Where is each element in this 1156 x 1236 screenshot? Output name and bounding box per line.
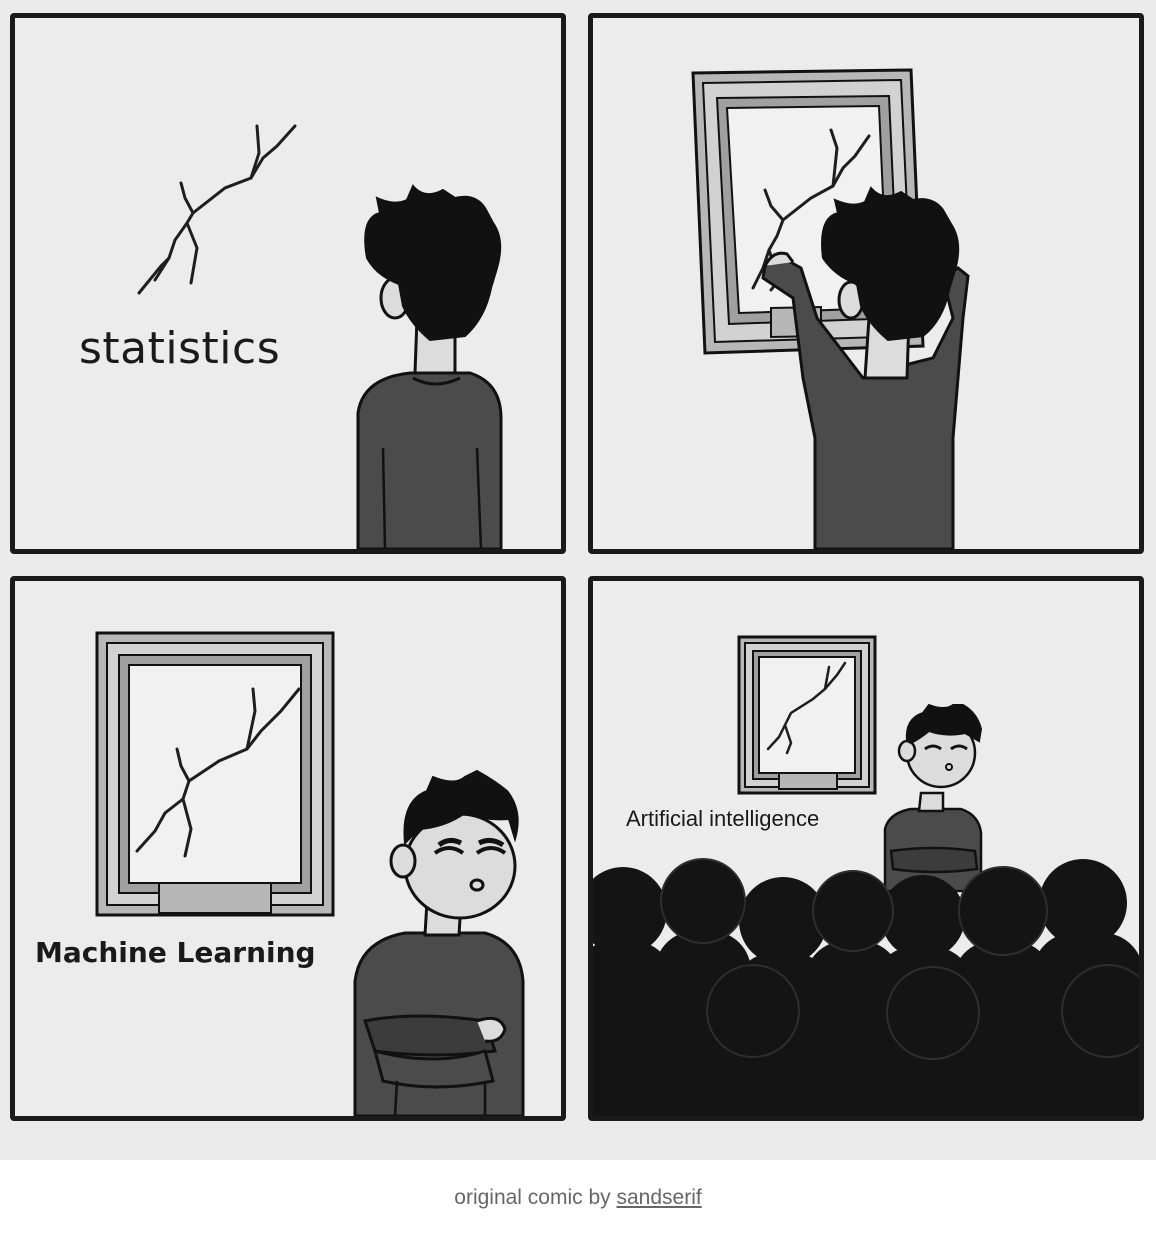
picture-frame — [737, 635, 877, 795]
wall-crack — [137, 124, 297, 295]
panel-2-art — [691, 68, 970, 549]
credit-caption: original comic by sandserif — [0, 1160, 1156, 1228]
comic-panel-1: statistics — [10, 13, 566, 554]
man-figure — [353, 769, 525, 1116]
man-figure — [356, 184, 503, 549]
comic-panel-4: Artificial intelligence — [588, 576, 1144, 1121]
picture-frame — [95, 631, 335, 917]
comic-panel-2 — [588, 13, 1144, 554]
statistics-label: statistics — [79, 323, 281, 374]
panel-1-art — [137, 124, 503, 549]
artificial-intelligence-label: Artificial intelligence — [626, 806, 820, 831]
crowd-silhouettes — [593, 859, 1139, 1116]
author-link[interactable]: sandserif — [617, 1186, 702, 1209]
comic-panel-3: Machine Learning — [10, 576, 566, 1121]
comic-strip: statistics Machine Learning Artificial i… — [0, 0, 1156, 1160]
man-figure — [883, 703, 983, 893]
panel-3-art — [95, 631, 525, 1116]
panel-4-art — [593, 635, 1139, 1116]
machine-learning-label: Machine Learning — [35, 936, 316, 969]
credit-prefix: original comic by — [454, 1186, 617, 1209]
